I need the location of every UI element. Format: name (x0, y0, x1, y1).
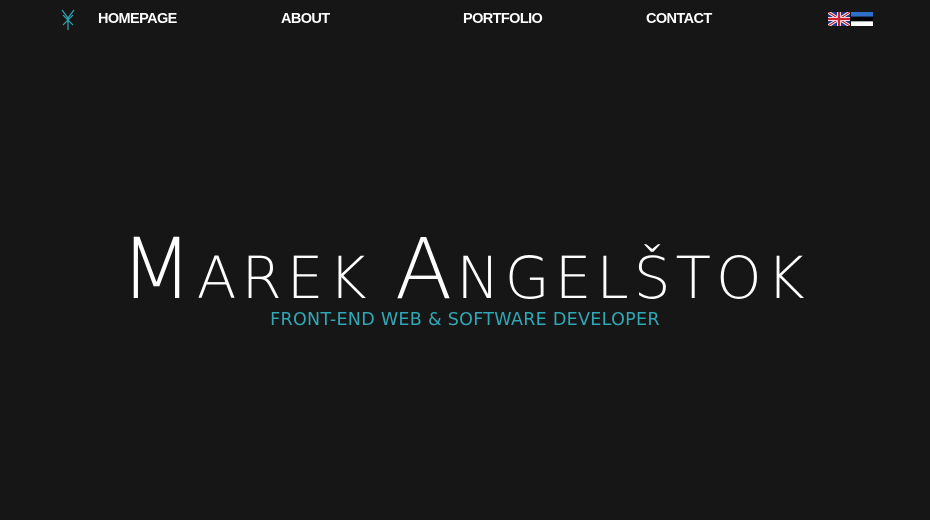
nav-link-portfolio[interactable]: PORTFOLIO (463, 10, 543, 28)
nav-link-about[interactable]: ABOUT (281, 10, 330, 28)
uk-flag-icon[interactable] (828, 12, 850, 26)
estonia-flag-icon[interactable] (851, 12, 873, 26)
hero-subtitle: FRONT-END WEB & SOFTWARE DEVELOPER (270, 310, 660, 330)
top-navigation: HOMEPAGE ABOUT PORTFOLIO CONTACT (0, 0, 930, 38)
nav-link-homepage[interactable]: HOMEPAGE (98, 10, 177, 28)
monogram-logo-icon[interactable] (60, 9, 76, 31)
nav-link-contact[interactable]: CONTACT (646, 10, 712, 28)
